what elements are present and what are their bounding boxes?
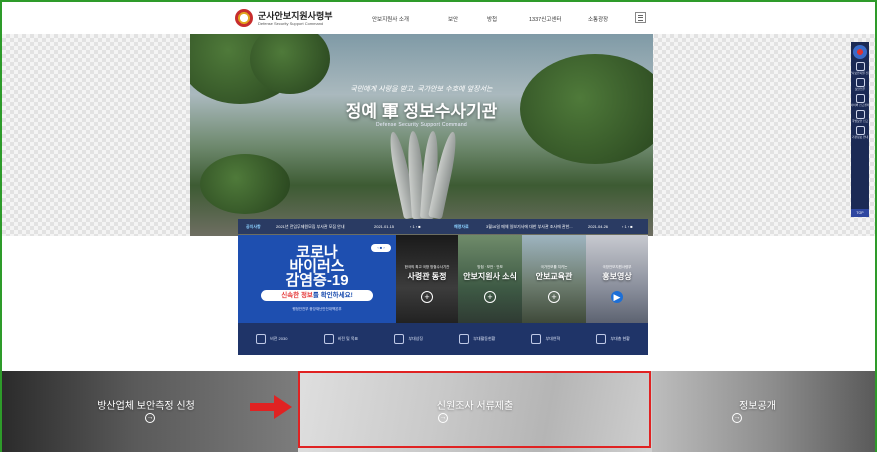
quick-menu-emblem-icon: [853, 45, 867, 59]
check-shield-icon: [855, 110, 865, 119]
covid-message: 신속한 정보를 확인하세요!: [261, 290, 373, 301]
bulb-icon: [256, 334, 267, 344]
shield-check-icon: [323, 334, 334, 344]
briefcase-icon: [596, 334, 607, 344]
play-icon: ▶: [611, 291, 623, 303]
quick-item-2[interactable]: 보안업무: [852, 78, 868, 91]
nav-counterintel[interactable]: 방첩: [487, 15, 497, 23]
logo-subtitle: Defense Security Support Command: [258, 20, 324, 26]
building-icon: [459, 334, 470, 344]
menu-symbol[interactable]: 부대상징: [394, 334, 423, 344]
info-icon: [855, 126, 865, 135]
page-frame: 군사안보지원사령부 Defense Security Support Comma…: [0, 0, 877, 452]
site-header: 군사안보지원사령부 Defense Security Support Comma…: [2, 2, 875, 34]
notice-date: 2021.01.15: [374, 224, 395, 229]
logo-title: 군사안보지원사령부: [258, 10, 333, 21]
site-logo[interactable]: 군사안보지원사령부 Defense Security Support Comma…: [235, 9, 333, 27]
highlight-box: [298, 371, 651, 448]
nav-report-center[interactable]: 1337신고센터: [529, 15, 561, 23]
quick-item-5[interactable]: 기관정보 안내: [852, 126, 868, 139]
news-tag[interactable]: 해명자료: [454, 224, 469, 230]
news-date: 2021.04.26: [588, 224, 609, 229]
tile-commander[interactable]: 한국의 최고 국방 방첩수사기관 사령관 동정 +: [396, 235, 458, 323]
nav-security[interactable]: 보안: [448, 15, 458, 23]
plus-icon: +: [484, 291, 496, 303]
emblem-icon: [235, 9, 253, 27]
news-pager[interactable]: ‹ 1 › ■: [622, 224, 633, 229]
all-menu-button[interactable]: [635, 12, 646, 23]
plus-icon: +: [421, 291, 433, 303]
quick-menu: 군사보안지원 신청 보안업무 사이버 신고센터 국방보안 신고 기관정보 안내 …: [849, 42, 871, 217]
tile-video[interactable]: 국방안보지원사령부 홍보영상 ▶: [586, 235, 648, 323]
nav-about[interactable]: 안보지원사 소개: [372, 15, 409, 23]
hero-banner: 국민에게 사랑을 받고, 국가안보 수호에 앞장서는 정예 軍 정보수사기관 D…: [190, 34, 653, 236]
menu-status[interactable]: 부대총 현황: [596, 334, 630, 344]
monument-image: [386, 129, 460, 220]
arrow-right-circle-icon: →: [732, 413, 742, 423]
nav-community[interactable]: 소통광장: [588, 15, 608, 23]
shield-icon: [855, 78, 865, 87]
menu-history[interactable]: 부대연혁: [531, 334, 560, 344]
covid-footer: 행정안전부 중앙재난안전대책본부: [292, 307, 342, 311]
notice-text[interactable]: 2021년 전임무제원모집 부사관 모집 안내: [276, 224, 345, 230]
news-text[interactable]: 3월16일 매체 일보기사에 대한 부사관 조사에 관한...: [486, 224, 573, 230]
quick-item-4[interactable]: 국방보안 신고: [852, 110, 868, 123]
covid-slider-control[interactable]: ‹ ■ ›: [371, 244, 391, 252]
document-icon: [855, 62, 865, 71]
promo-menu: 비전 2030 비전 및 목표 부대상징 부대활동현황 부대연혁 부대총 현황: [238, 323, 648, 355]
notice-pager[interactable]: ‹ 1 › ■: [410, 224, 421, 229]
menu-vision[interactable]: 비전 2030: [256, 334, 287, 344]
quick-item-1[interactable]: 군사보안지원 신청: [849, 62, 871, 75]
notice-bar: 공지사항 2021년 전임무제원모집 부사관 모집 안내 2021.01.15 …: [238, 219, 648, 234]
covid-banner[interactable]: 코로나 바이러스 감염증-19 신속한 정보를 확인하세요! 행정안전부 중앙재…: [238, 235, 396, 323]
covid-title: 코로나 바이러스 감염증-19: [285, 244, 349, 289]
tile-education[interactable]: 국가안보를 지키는 안보교육관 +: [522, 235, 586, 323]
tile-news[interactable]: 방첩 · 보안 · 안보 안보지원사 소식 +: [458, 235, 522, 323]
plus-icon: +: [548, 291, 560, 303]
promo-panel: 코로나 바이러스 감염증-19 신속한 정보를 확인하세요! 행정안전부 중앙재…: [238, 235, 648, 355]
alert-icon: [855, 94, 865, 103]
book-icon: [531, 334, 542, 344]
menu-goals[interactable]: 비전 및 목표: [323, 334, 358, 344]
notice-tag[interactable]: 공지사항: [246, 224, 261, 230]
hero-subtitle: Defense Security Support Command: [375, 122, 468, 128]
menu-activities[interactable]: 부대활동현황: [459, 334, 495, 344]
service-info-disclosure[interactable]: 정보공개 →: [652, 371, 875, 452]
hero-slogan: 국민에게 사랑을 받고, 국가안보 수호에 앞장서는: [350, 85, 493, 93]
quick-item-3[interactable]: 사이버 신고센터: [851, 94, 869, 107]
arrow-right-circle-icon: →: [145, 413, 155, 423]
flag-icon: [394, 334, 405, 344]
scroll-top-button[interactable]: TOP: [851, 209, 869, 217]
red-arrow-icon: [250, 395, 292, 419]
hero-title: 정예 軍 정보수사기관: [345, 102, 498, 121]
